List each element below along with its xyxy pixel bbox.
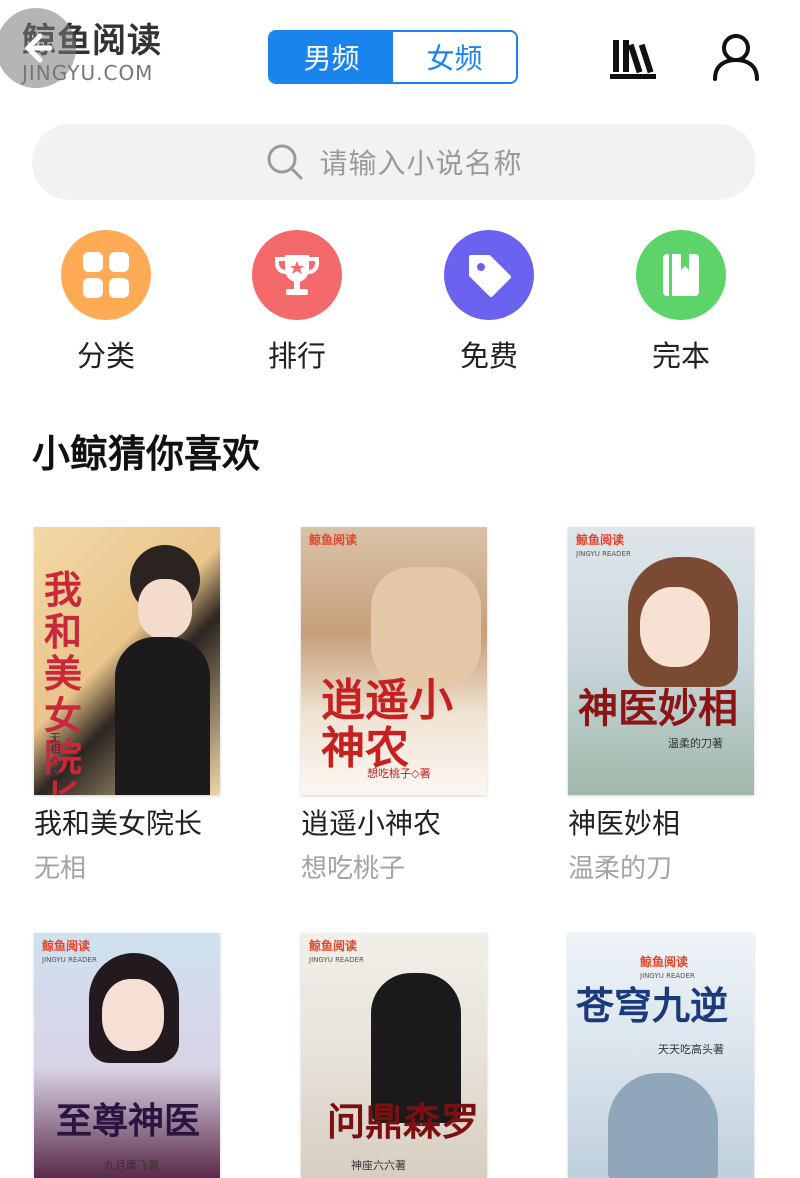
nav-completed[interactable]: 完本 — [611, 230, 751, 374]
tab-female[interactable]: 女频 — [393, 32, 516, 82]
book-cover: 鲸鱼阅读 JINGYU READER 问鼎森罗 神座六六著 — [301, 933, 487, 1178]
book-card[interactable]: 鲸鱼阅读 JINGYU READER 神医妙相 温柔的刀著 神医妙相 温柔的刀 — [568, 527, 768, 885]
cover-brand: 鲸鱼阅读 JINGYU READER — [309, 939, 364, 964]
quick-nav: 分类 排行 免费 完本 — [0, 230, 800, 380]
cover-title: 苍穹九逆 — [576, 983, 729, 1028]
cover-author: 九月鹰飞著 — [104, 1159, 159, 1172]
cover-brand: 鲸鱼阅读 JINGYU READER — [576, 533, 631, 558]
book-cover: 我和美女院长 无相◇著 — [34, 527, 220, 795]
book-cover: 鲸鱼阅读 JINGYU READER 神医妙相 温柔的刀著 — [568, 527, 754, 795]
book-author: 无相 — [34, 854, 87, 884]
nav-label: 免费 — [459, 339, 518, 373]
nav-label: 分类 — [76, 339, 135, 373]
book-icon — [636, 230, 726, 320]
cover-brand: 鲸鱼阅读 JINGYU READER — [42, 939, 97, 964]
cover-title: 至尊神医 — [56, 1100, 201, 1142]
nav-category[interactable]: 分类 — [36, 230, 176, 374]
search-bar[interactable]: 请输入小说名称 — [32, 124, 756, 200]
cover-author: 天天吃高头著 — [658, 1043, 724, 1056]
book-title: 神医妙相 — [568, 807, 681, 840]
cover-title: 神医妙相 — [578, 685, 738, 732]
grid-icon — [61, 230, 151, 320]
search-icon — [267, 144, 303, 180]
book-title: 逍遥小神农 — [301, 807, 442, 840]
book-title: 我和美女院长 — [34, 807, 203, 840]
user-button[interactable] — [710, 32, 762, 82]
cover-title: 问鼎森罗 — [327, 1099, 480, 1144]
top-bar: 鲸鱼阅读 JINGYU.COM 男频 女频 — [0, 0, 800, 110]
trophy-icon — [252, 230, 342, 320]
tag-icon — [444, 230, 534, 320]
cover-author: 想吃桃子◇著 — [367, 767, 431, 780]
cover-author: 温柔的刀著 — [668, 737, 723, 750]
bookshelf-icon — [610, 40, 656, 79]
bookshelf-button[interactable] — [608, 34, 658, 82]
book-cover: 鲸鱼阅读 JINGYU READER 苍穹九逆 天天吃高头著 — [568, 933, 754, 1178]
gender-toggle: 男频 女频 — [268, 30, 518, 84]
cover-title: 逍遥小神农 — [321, 675, 453, 774]
book-card[interactable]: 鲸鱼阅读 JINGYU READER 至尊神医 九月鹰飞著 — [34, 933, 234, 1178]
nav-label: 排行 — [267, 339, 326, 373]
user-icon — [713, 34, 759, 81]
cover-author: 无相◇著 — [48, 732, 61, 778]
cover-brand: 鲸鱼阅读 — [309, 533, 358, 547]
book-cover: 鲸鱼阅读 逍遥小神农 想吃桃子◇著 — [301, 527, 487, 795]
cover-author: 神座六六著 — [351, 1159, 406, 1172]
book-author: 想吃桃子 — [301, 854, 406, 884]
cover-brand: 鲸鱼阅读 JINGYU READER — [640, 955, 695, 980]
tab-male[interactable]: 男频 — [270, 32, 393, 82]
nav-label: 完本 — [651, 339, 710, 373]
book-author: 温柔的刀 — [568, 854, 673, 884]
book-cover: 鲸鱼阅读 JINGYU READER 至尊神医 九月鹰飞著 — [34, 933, 220, 1178]
book-card[interactable]: 我和美女院长 无相◇著 我和美女院长 无相 — [34, 527, 234, 885]
book-card[interactable]: 鲸鱼阅读 JINGYU READER 苍穹九逆 天天吃高头著 — [568, 933, 768, 1178]
nav-ranking[interactable]: 排行 — [227, 230, 367, 374]
book-card[interactable]: 鲸鱼阅读 JINGYU READER 问鼎森罗 神座六六著 — [301, 933, 501, 1178]
book-card[interactable]: 鲸鱼阅读 逍遥小神农 想吃桃子◇著 逍遥小神农 想吃桃子 — [301, 527, 501, 885]
arrow-left-icon — [25, 33, 53, 63]
section-title: 小鲸猜你喜欢 — [32, 432, 261, 476]
search-placeholder: 请输入小说名称 — [319, 147, 523, 180]
nav-free[interactable]: 免费 — [419, 230, 559, 374]
bookstore-page: 鲸鱼阅读 JINGYU.COM 男频 女频 请输入小说名称 分类 排行 免费 完… — [0, 0, 800, 1178]
